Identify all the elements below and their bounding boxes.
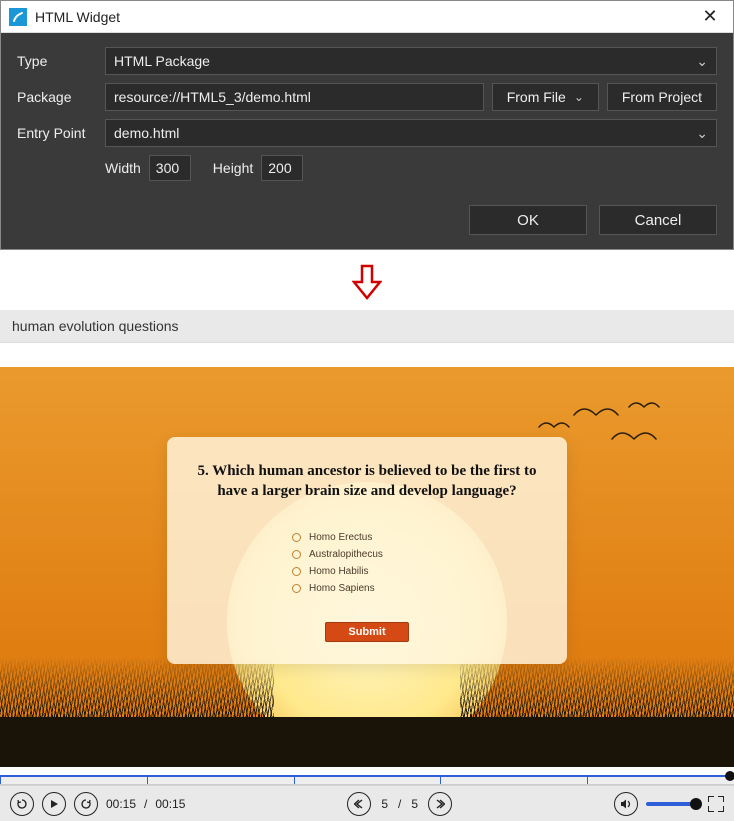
radio-icon: [292, 533, 301, 542]
type-value: HTML Package: [114, 53, 210, 69]
quiz-card: 5. Which human ancestor is believed to b…: [167, 437, 567, 664]
submit-button[interactable]: Submit: [325, 622, 408, 642]
time-sep: /: [144, 797, 147, 811]
chevron-down-icon: ⌄: [574, 90, 584, 104]
package-input[interactable]: resource://HTML5_3/demo.html: [105, 83, 484, 111]
ok-button[interactable]: OK: [469, 205, 587, 235]
preview-title: human evolution questions: [0, 310, 734, 343]
package-value: resource://HTML5_3/demo.html: [114, 89, 311, 105]
dialog-form: Type HTML Package Package resource://HTM…: [1, 33, 733, 195]
dialog-actions: OK Cancel: [1, 195, 733, 249]
current-time: 00:15: [106, 797, 136, 811]
volume-slider[interactable]: [646, 802, 700, 806]
next-page-button[interactable]: [428, 792, 452, 816]
quiz-option[interactable]: Homo Habilis: [292, 566, 442, 577]
radio-icon: [292, 584, 301, 593]
html-widget-dialog: HTML Widget ✕ Type HTML Package Package …: [0, 0, 734, 250]
entry-point-value: demo.html: [114, 125, 179, 141]
timeline[interactable]: [0, 775, 734, 785]
fullscreen-button[interactable]: [708, 796, 724, 812]
type-label: Type: [17, 53, 97, 69]
close-button[interactable]: ✕: [687, 1, 733, 33]
width-label: Width: [105, 160, 141, 176]
radio-icon: [292, 550, 301, 559]
volume-button[interactable]: [614, 792, 638, 816]
player-bar: 00:15 / 00:15 5 / 5: [0, 785, 734, 821]
from-project-button[interactable]: From Project: [607, 83, 717, 111]
loop-button[interactable]: [74, 792, 98, 816]
quiz-option[interactable]: Homo Erectus: [292, 532, 442, 543]
from-file-button[interactable]: From File ⌄: [492, 83, 599, 111]
restart-button[interactable]: [10, 792, 34, 816]
down-arrow-icon: [352, 264, 382, 300]
entry-point-label: Entry Point: [17, 125, 97, 141]
type-select[interactable]: HTML Package: [105, 47, 717, 75]
ground-graphic: [0, 717, 734, 767]
flow-arrow: [0, 250, 734, 310]
height-label: Height: [213, 160, 253, 176]
play-button[interactable]: [42, 792, 66, 816]
quiz-option[interactable]: Australopithecus: [292, 549, 442, 560]
page-sep: /: [398, 797, 401, 811]
package-label: Package: [17, 89, 97, 105]
page-current: 5: [381, 797, 388, 811]
preview-stage: 5. Which human ancestor is believed to b…: [0, 367, 734, 767]
titlebar: HTML Widget ✕: [1, 1, 733, 33]
quiz-option[interactable]: Homo Sapiens: [292, 583, 442, 594]
width-input[interactable]: 300: [149, 155, 191, 181]
total-time: 00:15: [155, 797, 185, 811]
playhead[interactable]: [725, 771, 734, 781]
entry-point-select[interactable]: demo.html: [105, 119, 717, 147]
grass-graphic: [0, 667, 734, 717]
quiz-options: Homo Erectus Australopithecus Homo Habil…: [292, 532, 442, 594]
cancel-button[interactable]: Cancel: [599, 205, 717, 235]
quiz-question: 5. Which human ancestor is believed to b…: [195, 461, 539, 502]
prev-page-button[interactable]: [347, 792, 371, 816]
page-total: 5: [411, 797, 418, 811]
radio-icon: [292, 567, 301, 576]
height-input[interactable]: 200: [261, 155, 303, 181]
app-icon: [9, 8, 27, 26]
dialog-title: HTML Widget: [35, 9, 687, 25]
